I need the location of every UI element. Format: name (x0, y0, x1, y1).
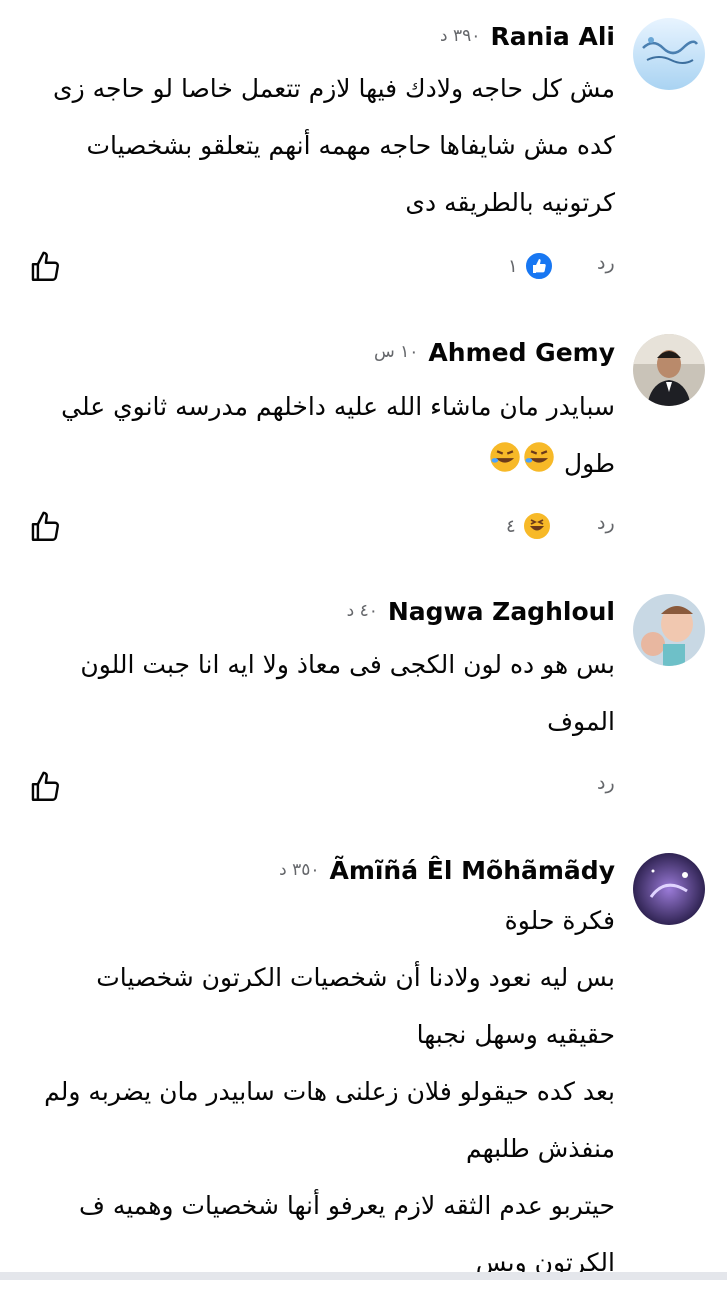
comment-header: ٣٥٠ د Ãmĩñá Êl Mõhãmãdy (279, 852, 615, 888)
comment-text: سبايدر مان ماشاء الله عليه داخلهم مدرسه … (15, 378, 615, 494)
avatar-image (633, 18, 705, 90)
avatar[interactable] (633, 18, 705, 90)
comment-actions: ٤ رد (0, 510, 727, 550)
bottom-divider (0, 1272, 727, 1280)
comment-time[interactable]: ٣٩٠ د (440, 26, 480, 46)
comment-time[interactable]: ١٠ س (374, 342, 418, 362)
comment-header: ١٠ س Ahmed Gemy (374, 334, 615, 370)
comment-actions: ١ رد (0, 250, 727, 290)
rolling-laughing-emoji-icon (522, 437, 556, 494)
avatar-image (633, 594, 705, 666)
comment-text: مش كل حاجه ولادك فيها لازم تتعمل خاصا لو… (53, 74, 615, 217)
reply-link[interactable]: رد (597, 252, 615, 274)
avatar[interactable] (633, 594, 705, 666)
comment-header: ٣٩٠ د Rania Ali (440, 18, 615, 54)
like-button[interactable] (28, 510, 62, 544)
reaction-count: ٤ (506, 515, 516, 537)
avatar[interactable] (633, 853, 705, 925)
author-name[interactable]: Ahmed Gemy (428, 338, 615, 367)
rolling-laughing-emoji-icon (488, 437, 522, 494)
reaction-count: ١ (508, 255, 518, 277)
reply-link[interactable]: رد (597, 772, 615, 794)
reaction-summary[interactable]: ٤ (506, 510, 552, 542)
author-name[interactable]: Rania Ali (490, 22, 615, 51)
thumbs-up-icon (31, 771, 59, 801)
thumbs-up-icon (31, 251, 59, 281)
avatar-image (633, 334, 705, 406)
comment-time[interactable]: ٣٥٠ د (279, 860, 319, 880)
comment-header: ٤٠ د Nagwa Zaghloul (347, 593, 615, 629)
comment-actions: رد (0, 770, 727, 810)
reply-link[interactable]: رد (597, 512, 615, 534)
avatar[interactable] (633, 334, 705, 406)
comment-text: فكرة حلوة بس ليه نعود ولادنا أن شخصيات ا… (44, 906, 615, 1277)
comment-text: بس هو ده لون الكجى فى معاذ ولا ايه انا ج… (80, 650, 615, 736)
author-name[interactable]: Nagwa Zaghloul (388, 597, 615, 626)
reaction-summary[interactable]: ١ (508, 250, 554, 282)
author-name[interactable]: Ãmĩñá Êl Mõhãmãdy (329, 856, 615, 885)
like-button[interactable] (28, 770, 62, 804)
haha-reaction-icon (521, 511, 552, 541)
avatar-image (633, 853, 705, 925)
like-reaction-icon (523, 251, 554, 281)
thumbs-up-icon (31, 511, 59, 541)
like-button[interactable] (28, 250, 62, 284)
comment-time[interactable]: ٤٠ د (347, 601, 378, 621)
